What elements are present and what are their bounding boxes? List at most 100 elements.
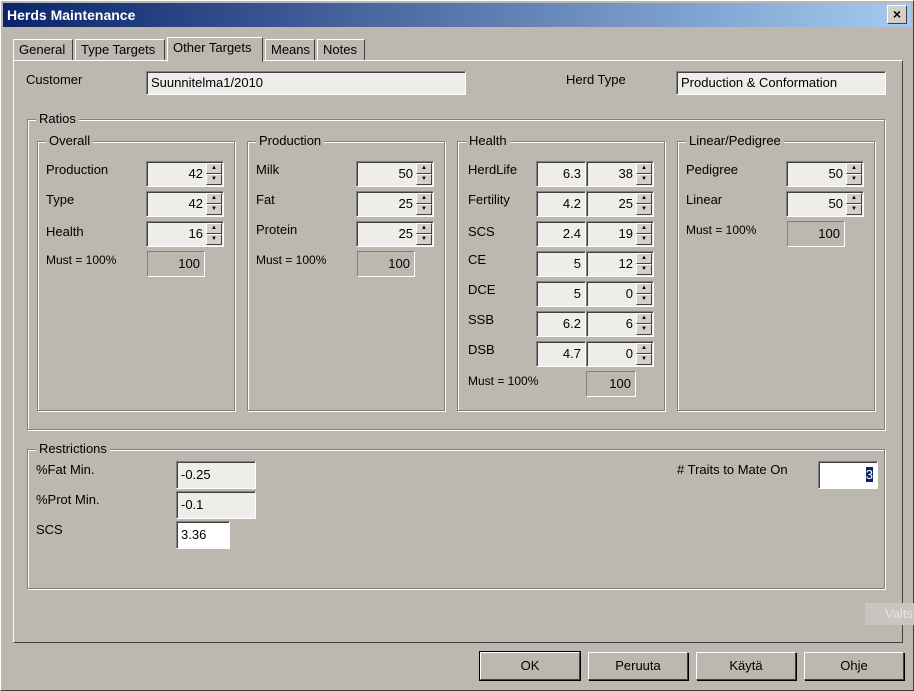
traits-to-mate-label: # Traits to Mate On [677, 462, 788, 477]
fat-value: 25 [398, 196, 413, 211]
dsb-value: 0 [625, 346, 633, 361]
spin-up-icon[interactable]: ▲ [636, 163, 652, 174]
scs-spinner[interactable]: 19 ▲ ▼ [586, 221, 654, 247]
tab-other-targets[interactable]: Other Targets [167, 37, 263, 62]
spin-up-icon[interactable]: ▲ [636, 283, 652, 294]
scs-weight[interactable]: 2.4 [536, 221, 586, 247]
spin-up-icon[interactable]: ▲ [416, 193, 432, 204]
customer-field[interactable]: Suunnitelma1/2010 [146, 71, 466, 95]
linear-label: Linear [686, 192, 723, 207]
spin-up-icon[interactable]: ▲ [636, 343, 652, 354]
spin-down-icon[interactable]: ▼ [636, 324, 652, 335]
traits-to-mate-value: 3 [865, 467, 873, 482]
fat-spinner[interactable]: 25 ▲ ▼ [356, 191, 434, 217]
dce-weight[interactable]: 5 [536, 281, 586, 307]
herd-type-label: Herd Type [566, 72, 626, 87]
linear-value: 50 [828, 196, 843, 211]
spin-down-icon[interactable]: ▼ [636, 174, 652, 185]
linear-total: 100 [787, 221, 845, 247]
production-legend: Production [256, 133, 325, 148]
ssb-label: SSB [468, 312, 495, 327]
spin-up-icon[interactable]: ▲ [206, 223, 222, 234]
health-ratio-label: Health [46, 224, 84, 239]
spin-down-icon[interactable]: ▼ [206, 204, 222, 215]
production-ratio-spinner[interactable]: 42 ▲ ▼ [146, 161, 224, 187]
ce-spinner[interactable]: 12 ▲ ▼ [586, 251, 654, 277]
spin-up-icon[interactable]: ▲ [846, 193, 862, 204]
spin-down-icon[interactable]: ▼ [416, 174, 432, 185]
spin-up-icon[interactable]: ▲ [206, 193, 222, 204]
tab-type-targets[interactable]: Type Targets [75, 39, 165, 61]
ratios-legend: Ratios [36, 111, 79, 126]
health-ratio-spinner[interactable]: 16 ▲ ▼ [146, 221, 224, 247]
ssb-weight[interactable]: 6.2 [536, 311, 586, 337]
ssb-spinner[interactable]: 6 ▲ ▼ [586, 311, 654, 337]
dsb-label: DSB [468, 342, 495, 357]
tab-notes[interactable]: Notes [317, 39, 365, 61]
scs-ratio-label: SCS [468, 224, 495, 239]
ok-button[interactable]: OK [479, 651, 581, 681]
dialog-window: Herds Maintenance × General Type Targets… [0, 0, 914, 691]
pedigree-spinner[interactable]: 50 ▲ ▼ [786, 161, 864, 187]
apply-button[interactable]: Käytä [696, 652, 796, 680]
spin-down-icon[interactable]: ▼ [636, 234, 652, 245]
fertility-spinner[interactable]: 25 ▲ ▼ [586, 191, 654, 217]
tab-means[interactable]: Means [265, 39, 315, 61]
health-must-label: Must = 100% [468, 374, 539, 388]
spin-down-icon[interactable]: ▼ [206, 234, 222, 245]
prot-min-label: %Prot Min. [36, 492, 100, 507]
dce-value: 0 [625, 286, 633, 301]
dsb-weight[interactable]: 4.7 [536, 341, 586, 367]
linear-pedigree-legend: Linear/Pedigree [686, 133, 784, 148]
dce-spinner[interactable]: 0 ▲ ▼ [586, 281, 654, 307]
health-ratio-value: 16 [188, 226, 203, 241]
title-bar: Herds Maintenance [3, 3, 911, 27]
fertility-weight[interactable]: 4.2 [536, 191, 586, 217]
protein-label: Protein [256, 222, 298, 237]
prot-min-field[interactable]: -0.1 [176, 491, 256, 519]
help-button[interactable]: Ohje [804, 652, 904, 680]
fat-min-field[interactable]: -0.25 [176, 461, 256, 489]
hidden-button-fragment: Valts [865, 603, 914, 625]
close-button[interactable]: × [887, 5, 907, 24]
herdlife-value: 38 [618, 166, 633, 181]
linear-spinner[interactable]: 50 ▲ ▼ [786, 191, 864, 217]
tab-general[interactable]: General [13, 39, 73, 61]
type-ratio-spinner[interactable]: 42 ▲ ▼ [146, 191, 224, 217]
cancel-button[interactable]: Peruuta [588, 652, 688, 680]
window-title: Herds Maintenance [7, 7, 136, 23]
spin-up-icon[interactable]: ▲ [206, 163, 222, 174]
ce-weight[interactable]: 5 [536, 251, 586, 277]
herdlife-spinner[interactable]: 38 ▲ ▼ [586, 161, 654, 187]
traits-to-mate-field[interactable]: 3 [818, 461, 878, 489]
spin-down-icon[interactable]: ▼ [416, 204, 432, 215]
pedigree-label: Pedigree [686, 162, 739, 177]
spin-up-icon[interactable]: ▲ [846, 163, 862, 174]
spin-up-icon[interactable]: ▲ [636, 193, 652, 204]
spin-down-icon[interactable]: ▼ [636, 264, 652, 275]
overall-legend: Overall [46, 133, 94, 148]
protein-spinner[interactable]: 25 ▲ ▼ [356, 221, 434, 247]
spin-up-icon[interactable]: ▲ [416, 163, 432, 174]
milk-spinner[interactable]: 50 ▲ ▼ [356, 161, 434, 187]
fertility-value: 25 [618, 196, 633, 211]
spin-down-icon[interactable]: ▼ [636, 294, 652, 305]
spin-down-icon[interactable]: ▼ [636, 354, 652, 365]
spin-down-icon[interactable]: ▼ [416, 234, 432, 245]
spin-down-icon[interactable]: ▼ [206, 174, 222, 185]
spin-up-icon[interactable]: ▲ [416, 223, 432, 234]
spin-up-icon[interactable]: ▲ [636, 313, 652, 324]
dsb-spinner[interactable]: 0 ▲ ▼ [586, 341, 654, 367]
herdlife-weight[interactable]: 6.3 [536, 161, 586, 187]
restrictions-legend: Restrictions [36, 441, 110, 456]
spin-up-icon[interactable]: ▲ [636, 223, 652, 234]
spin-down-icon[interactable]: ▼ [846, 204, 862, 215]
spin-down-icon[interactable]: ▼ [636, 204, 652, 215]
production-ratio-value: 42 [188, 166, 203, 181]
spin-down-icon[interactable]: ▼ [846, 174, 862, 185]
spin-up-icon[interactable]: ▲ [636, 253, 652, 264]
milk-label: Milk [256, 162, 280, 177]
herd-type-field[interactable]: Production & Conformation [676, 71, 886, 95]
dce-label: DCE [468, 282, 496, 297]
scs-restriction-field[interactable]: 3.36 [176, 521, 230, 549]
